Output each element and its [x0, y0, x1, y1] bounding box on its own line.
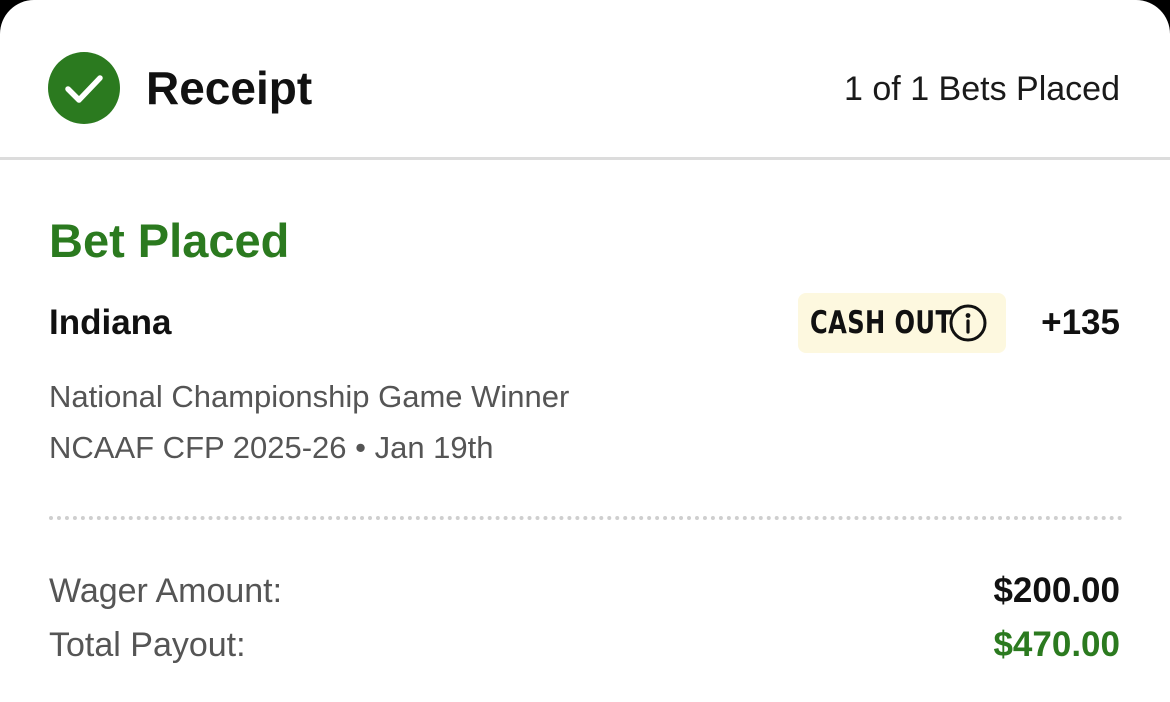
page-title: Receipt	[146, 62, 313, 114]
cashout-button[interactable]: CASH OUT	[798, 293, 1006, 353]
bet-market: National Championship Game Winner	[49, 379, 570, 414]
bet-selection: Indiana	[49, 303, 172, 342]
receipt-sheet: Receipt 1 of 1 Bets Placed Bet Placed In…	[0, 0, 1170, 702]
cashout-label: CASH OUT	[810, 305, 953, 341]
dotted-divider	[49, 516, 1123, 520]
total-payout-value: $470.00	[993, 625, 1120, 664]
wager-amount-label: Wager Amount:	[49, 572, 283, 610]
bets-count: 1 of 1 Bets Placed	[844, 70, 1120, 108]
check-circle-icon	[48, 52, 120, 124]
receipt-header: Receipt 1 of 1 Bets Placed	[0, 0, 1170, 160]
bet-odds: +135	[1041, 303, 1120, 342]
bet-event: NCAAF CFP 2025-26 • Jan 19th	[49, 430, 494, 465]
info-icon[interactable]	[948, 303, 988, 343]
bet-status: Bet Placed	[49, 214, 290, 267]
total-payout-label: Total Payout:	[49, 626, 246, 664]
wager-amount-value: $200.00	[993, 571, 1120, 610]
